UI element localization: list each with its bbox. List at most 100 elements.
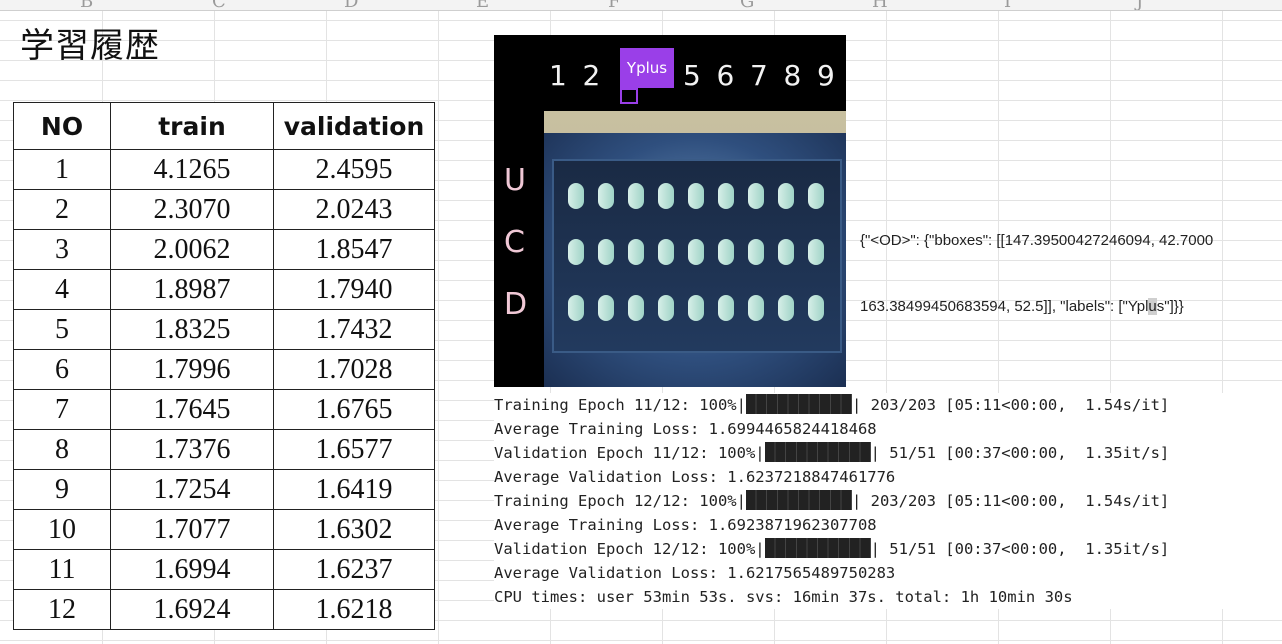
cell-validation[interactable]: 1.7940 bbox=[273, 269, 435, 310]
cell-no[interactable]: 6 bbox=[13, 349, 111, 390]
cell-no[interactable]: 2 bbox=[13, 189, 111, 230]
progress-bar bbox=[764, 442, 871, 462]
cell-validation[interactable]: 1.6765 bbox=[273, 389, 435, 430]
cell-no[interactable]: 1 bbox=[13, 149, 111, 190]
cell-train[interactable]: 1.8987 bbox=[110, 269, 274, 310]
peg bbox=[568, 239, 584, 265]
peg bbox=[778, 295, 794, 321]
table-row: 10 1.7077 1.6302 bbox=[13, 509, 435, 550]
column-header-letter[interactable]: H bbox=[872, 0, 888, 10]
table-row: 2 2.3070 2.0243 bbox=[13, 189, 435, 230]
training-log-output[interactable]: Training Epoch 11/12: 100%| | 203/203 [05… bbox=[494, 393, 1282, 609]
log-line: Training Epoch 11/12: 100%| | 203/203 [05… bbox=[494, 394, 1170, 414]
cell-validation[interactable]: 1.7432 bbox=[273, 309, 435, 350]
peg bbox=[658, 295, 674, 321]
peg bbox=[598, 183, 614, 209]
image-number-label: 6 bbox=[716, 59, 735, 92]
cell-validation[interactable]: 1.8547 bbox=[273, 229, 435, 270]
cell-no[interactable]: 12 bbox=[13, 589, 111, 630]
cell-validation[interactable]: 1.6237 bbox=[273, 549, 435, 590]
cell-validation[interactable]: 1.6218 bbox=[273, 589, 435, 630]
specimen-rig bbox=[544, 111, 846, 387]
cell-train[interactable]: 1.8325 bbox=[110, 309, 274, 350]
cell-train[interactable]: 1.6924 bbox=[110, 589, 274, 630]
cell-no[interactable]: 10 bbox=[13, 509, 111, 550]
peg bbox=[718, 183, 734, 209]
cell-validation[interactable]: 1.6577 bbox=[273, 429, 435, 470]
log-line: Average Training Loss: 1.692387196230770… bbox=[494, 516, 877, 534]
table-header-row: NO train validation bbox=[13, 102, 435, 150]
cell-no[interactable]: 7 bbox=[13, 389, 111, 430]
column-header-letter[interactable]: C bbox=[212, 0, 226, 10]
peg bbox=[628, 239, 644, 265]
cell-validation[interactable]: 2.0243 bbox=[273, 189, 435, 230]
row-letter-d: D bbox=[504, 287, 528, 322]
column-header-letter[interactable]: J bbox=[1136, 0, 1143, 10]
image-number-label: 1 bbox=[549, 59, 567, 92]
cell-train[interactable]: 4.1265 bbox=[110, 149, 274, 190]
header-validation[interactable]: validation bbox=[273, 102, 435, 150]
column-header-letter[interactable]: E bbox=[476, 0, 489, 10]
header-no[interactable]: NO bbox=[13, 102, 111, 150]
header-train[interactable]: train bbox=[110, 102, 274, 150]
progress-bar bbox=[745, 490, 852, 510]
peg bbox=[808, 295, 824, 321]
peg bbox=[718, 239, 734, 265]
table-row: 4 1.8987 1.7940 bbox=[13, 269, 435, 310]
peg bbox=[748, 295, 764, 321]
cell-no[interactable]: 11 bbox=[13, 549, 111, 590]
column-header-letter[interactable]: G bbox=[740, 0, 754, 10]
image-number-label: 9 bbox=[817, 59, 835, 92]
column-header-letter[interactable]: B bbox=[80, 0, 93, 10]
object-detection-image: 12 56789 U C D Yplus bbox=[494, 35, 846, 387]
peg bbox=[628, 183, 644, 209]
training-history-table: NO train validation 1 4.1265 2.4595 2 2.3070… bbox=[13, 102, 435, 630]
cell-train[interactable]: 1.7996 bbox=[110, 349, 274, 390]
table-row: 7 1.7645 1.6765 bbox=[13, 389, 435, 430]
cell-train[interactable]: 1.7254 bbox=[110, 469, 274, 510]
cell-validation[interactable]: 1.6302 bbox=[273, 509, 435, 550]
peg bbox=[688, 183, 704, 209]
peg bbox=[808, 239, 824, 265]
table-row: 11 1.6994 1.6237 bbox=[13, 549, 435, 590]
table-row: 3 2.0062 1.8547 bbox=[13, 229, 435, 270]
cell-no[interactable]: 5 bbox=[13, 309, 111, 350]
cell-no[interactable]: 8 bbox=[13, 429, 111, 470]
peg bbox=[748, 239, 764, 265]
log-line: Average Training Loss: 1.699446582441846… bbox=[494, 420, 877, 438]
image-number-label: 2 bbox=[582, 59, 601, 92]
cell-train[interactable]: 1.7376 bbox=[110, 429, 274, 470]
cell-train[interactable]: 2.0062 bbox=[110, 229, 274, 270]
od-json-output[interactable]: {"<OD>": {"bboxes": [[147.39500427246094… bbox=[860, 186, 1272, 340]
od-json-line-2: 163.38499450683594, 52.5]], "labels": ["… bbox=[860, 298, 1184, 315]
image-number-label: 8 bbox=[783, 59, 802, 92]
cell-validation[interactable]: 1.6419 bbox=[273, 469, 435, 510]
table-row: 6 1.7996 1.7028 bbox=[13, 349, 435, 390]
peg bbox=[658, 239, 674, 265]
peg bbox=[748, 183, 764, 209]
bounding-box bbox=[620, 88, 638, 104]
cell-no[interactable]: 4 bbox=[13, 269, 111, 310]
peg bbox=[568, 183, 584, 209]
log-line: Validation Epoch 11/12: 100%| | 51/51 [00… bbox=[494, 442, 1170, 462]
cell-train[interactable]: 1.7077 bbox=[110, 509, 274, 550]
row-letter-c: C bbox=[504, 225, 525, 260]
cell-no[interactable]: 3 bbox=[13, 229, 111, 270]
image-number-label: 7 bbox=[750, 59, 768, 92]
log-line: Training Epoch 12/12: 100%| | 203/203 [05… bbox=[494, 490, 1170, 510]
column-header-letter[interactable]: I bbox=[1004, 0, 1011, 10]
peg bbox=[778, 183, 794, 209]
row-letter-u: U bbox=[504, 163, 526, 198]
cell-train[interactable]: 2.3070 bbox=[110, 189, 274, 230]
column-header-letter[interactable]: F bbox=[608, 0, 621, 10]
cell-train[interactable]: 1.6994 bbox=[110, 549, 274, 590]
cell-no[interactable]: 9 bbox=[13, 469, 111, 510]
column-header-letter[interactable]: D bbox=[344, 0, 358, 10]
progress-bar bbox=[745, 394, 852, 414]
progress-bar bbox=[764, 538, 871, 558]
log-line: CPU times: user 53min 53s. svs: 16min 37… bbox=[494, 588, 1073, 606]
peg bbox=[778, 239, 794, 265]
cell-validation[interactable]: 2.4595 bbox=[273, 149, 435, 190]
cell-train[interactable]: 1.7645 bbox=[110, 389, 274, 430]
cell-validation[interactable]: 1.7028 bbox=[273, 349, 435, 390]
